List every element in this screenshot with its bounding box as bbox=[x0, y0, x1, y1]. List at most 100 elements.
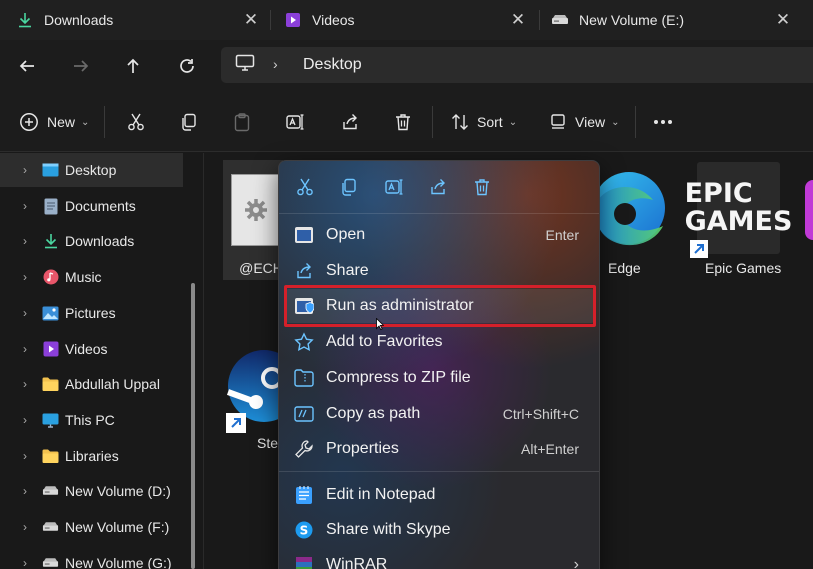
context-menu: Open Enter Share Run as administrator Ad… bbox=[278, 160, 600, 569]
highlight-box bbox=[284, 285, 596, 327]
sidebar-item-label: Videos bbox=[65, 341, 108, 357]
tab-label: Videos bbox=[312, 12, 355, 28]
tab-videos[interactable]: Videos ✕ bbox=[284, 0, 534, 40]
menu-item-label: Add to Favorites bbox=[326, 333, 443, 350]
chevron-right-icon[interactable]: › bbox=[18, 520, 32, 534]
menu-item-label: WinRAR bbox=[326, 556, 388, 569]
chevron-down-icon: ⌄ bbox=[611, 116, 620, 128]
breadcrumb[interactable]: Desktop bbox=[303, 56, 362, 74]
menu-item-copy-as-path[interactable]: Copy as path Ctrl+Shift+C bbox=[285, 397, 595, 431]
chevron-right-icon[interactable]: › bbox=[18, 556, 32, 569]
copy-path-icon bbox=[293, 403, 315, 425]
settings-file-icon bbox=[231, 174, 281, 246]
tab-downloads[interactable]: Downloads ✕ bbox=[16, 0, 266, 40]
rename-button[interactable] bbox=[285, 109, 305, 135]
menu-item-add-to-favorites[interactable]: Add to Favorites bbox=[285, 325, 595, 359]
sort-button[interactable]: Sort ⌄ bbox=[450, 109, 517, 135]
paste-button[interactable] bbox=[232, 109, 252, 135]
menu-item-winrar[interactable]: WinRAR › bbox=[285, 548, 595, 569]
menu-item-label: Compress to ZIP file bbox=[326, 369, 471, 386]
chevron-right-icon[interactable]: › bbox=[18, 234, 32, 248]
sidebar-item-libraries[interactable]: › Libraries bbox=[0, 439, 183, 473]
trash-icon bbox=[396, 114, 410, 131]
sidebar-item-this-pc[interactable]: › This PC bbox=[0, 403, 183, 437]
drive-icon bbox=[551, 11, 569, 29]
up-button[interactable] bbox=[119, 52, 147, 80]
cut-button[interactable] bbox=[126, 109, 146, 135]
sidebar-item-desktop[interactable]: › Desktop bbox=[0, 153, 183, 187]
close-tab-icon[interactable]: ✕ bbox=[773, 10, 793, 30]
sidebar-item-label: Desktop bbox=[65, 162, 117, 178]
chevron-right-icon[interactable]: › bbox=[18, 449, 32, 463]
delete-button[interactable] bbox=[470, 175, 494, 199]
videos-folder-icon bbox=[284, 11, 302, 29]
ellipsis-icon bbox=[654, 120, 672, 124]
pictures-icon bbox=[42, 305, 59, 321]
file-item-epic-games[interactable]: EPIC GAMES Epic Games bbox=[685, 160, 792, 278]
share-icon bbox=[431, 179, 445, 195]
chevron-right-icon[interactable]: › bbox=[18, 199, 32, 213]
file-label: Ste bbox=[257, 435, 279, 451]
sidebar-item-new-volume-g[interactable]: › New Volume (G:) bbox=[0, 546, 183, 569]
file-item-ech[interactable]: @ECH bbox=[223, 160, 283, 280]
sidebar-scrollbar[interactable] bbox=[191, 283, 195, 569]
app-icon-partial[interactable] bbox=[805, 180, 813, 240]
back-button[interactable] bbox=[13, 52, 41, 80]
chevron-right-icon[interactable]: › bbox=[18, 270, 32, 284]
menu-item-properties[interactable]: Properties Alt+Enter bbox=[285, 432, 595, 466]
cut-button[interactable] bbox=[293, 175, 317, 199]
sidebar-item-new-volume-d[interactable]: › New Volume (D:) bbox=[0, 474, 183, 508]
toolbar-divider bbox=[432, 106, 433, 138]
menu-item-open[interactable]: Open Enter bbox=[285, 218, 595, 252]
refresh-button[interactable] bbox=[173, 52, 201, 80]
menu-item-edit-in-notepad[interactable]: Edit in Notepad bbox=[285, 478, 595, 512]
zip-icon bbox=[293, 367, 315, 389]
sort-label: Sort bbox=[477, 114, 503, 130]
plus-circle-icon bbox=[20, 113, 38, 131]
menu-divider bbox=[279, 471, 599, 472]
sidebar-item-downloads[interactable]: › Downloads bbox=[0, 224, 183, 258]
file-item-steam[interactable]: Ste bbox=[226, 340, 286, 456]
rename-button[interactable] bbox=[382, 175, 406, 199]
sidebar-item-label: Abdullah Uppal bbox=[65, 376, 160, 392]
new-button[interactable]: New ⌄ bbox=[19, 109, 89, 135]
delete-button[interactable] bbox=[393, 109, 413, 135]
address-breadcrumb-box[interactable]: › Desktop bbox=[221, 47, 813, 83]
file-item-edge[interactable]: Edge bbox=[593, 162, 665, 278]
chevron-right-icon[interactable]: › bbox=[18, 413, 32, 427]
share-button[interactable] bbox=[340, 109, 360, 135]
sidebar-item-pictures[interactable]: › Pictures bbox=[0, 296, 183, 330]
share-button[interactable] bbox=[426, 175, 450, 199]
sidebar-item-documents[interactable]: › Documents bbox=[0, 189, 183, 223]
view-button[interactable]: View ⌄ bbox=[549, 109, 619, 135]
forward-button[interactable] bbox=[67, 52, 95, 80]
rename-icon bbox=[286, 114, 304, 130]
command-bar: New ⌄ Sort ⌄ View ⌄ bbox=[0, 92, 813, 152]
chevron-right-icon[interactable]: › bbox=[18, 377, 32, 391]
sidebar-item-abdullah-uppal[interactable]: › Abdullah Uppal bbox=[0, 367, 183, 401]
sidebar-item-music[interactable]: › Music bbox=[0, 260, 183, 294]
menu-item-label: Copy as path bbox=[326, 405, 421, 422]
chevron-right-icon[interactable]: › bbox=[18, 163, 32, 177]
chevron-right-icon[interactable]: › bbox=[18, 484, 32, 498]
scissors-icon bbox=[297, 178, 313, 196]
refresh-icon bbox=[180, 59, 194, 73]
tab-new-volume-e[interactable]: New Volume (E:) ✕ bbox=[551, 0, 801, 40]
menu-item-compress-to-zip[interactable]: Compress to ZIP file bbox=[285, 361, 595, 395]
menu-item-share[interactable]: Share bbox=[285, 254, 595, 288]
svg-text:S: S bbox=[300, 524, 309, 538]
copy-button[interactable] bbox=[179, 109, 199, 135]
star-icon bbox=[293, 331, 315, 353]
copy-button[interactable] bbox=[337, 175, 361, 199]
sidebar-item-new-volume-f[interactable]: › New Volume (F:) bbox=[0, 510, 183, 544]
sidebar-item-videos[interactable]: › Videos bbox=[0, 332, 183, 366]
more-options-button[interactable] bbox=[653, 109, 673, 135]
close-tab-icon[interactable]: ✕ bbox=[508, 10, 528, 30]
menu-item-share-with-skype[interactable]: S Share with Skype bbox=[285, 513, 595, 547]
videos-icon bbox=[42, 341, 59, 357]
sidebar-item-label: New Volume (G:) bbox=[65, 555, 172, 569]
menu-item-label: Properties bbox=[326, 440, 399, 457]
close-tab-icon[interactable]: ✕ bbox=[241, 10, 261, 30]
chevron-right-icon[interactable]: › bbox=[18, 342, 32, 356]
chevron-right-icon[interactable]: › bbox=[18, 306, 32, 320]
